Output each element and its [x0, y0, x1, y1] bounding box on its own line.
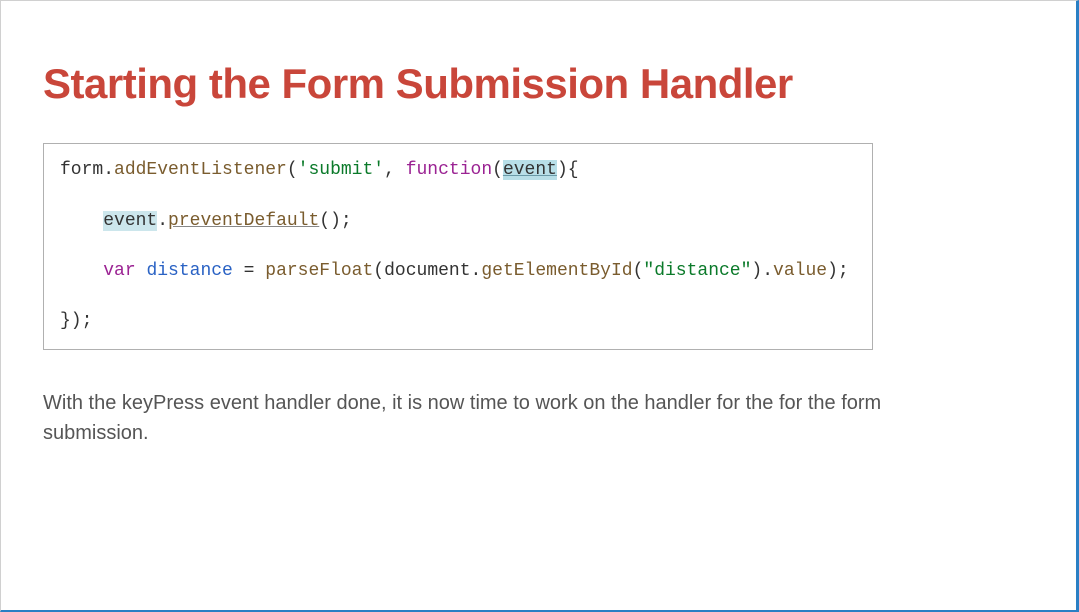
slide-title: Starting the Form Submission Handler — [43, 61, 1034, 107]
slide-content: Starting the Form Submission Handler for… — [1, 1, 1076, 448]
slide-body-text: With the keyPress event handler done, it… — [43, 388, 893, 448]
code-block: form.addEventListener('submit', function… — [43, 143, 873, 349]
code-line-3: var distance = parseFloat(document.getEl… — [60, 261, 849, 281]
code-line-2: event.preventDefault(); — [60, 211, 352, 231]
code-line-1: form.addEventListener('submit', function… — [60, 160, 579, 180]
code-line-4: }); — [60, 311, 92, 331]
